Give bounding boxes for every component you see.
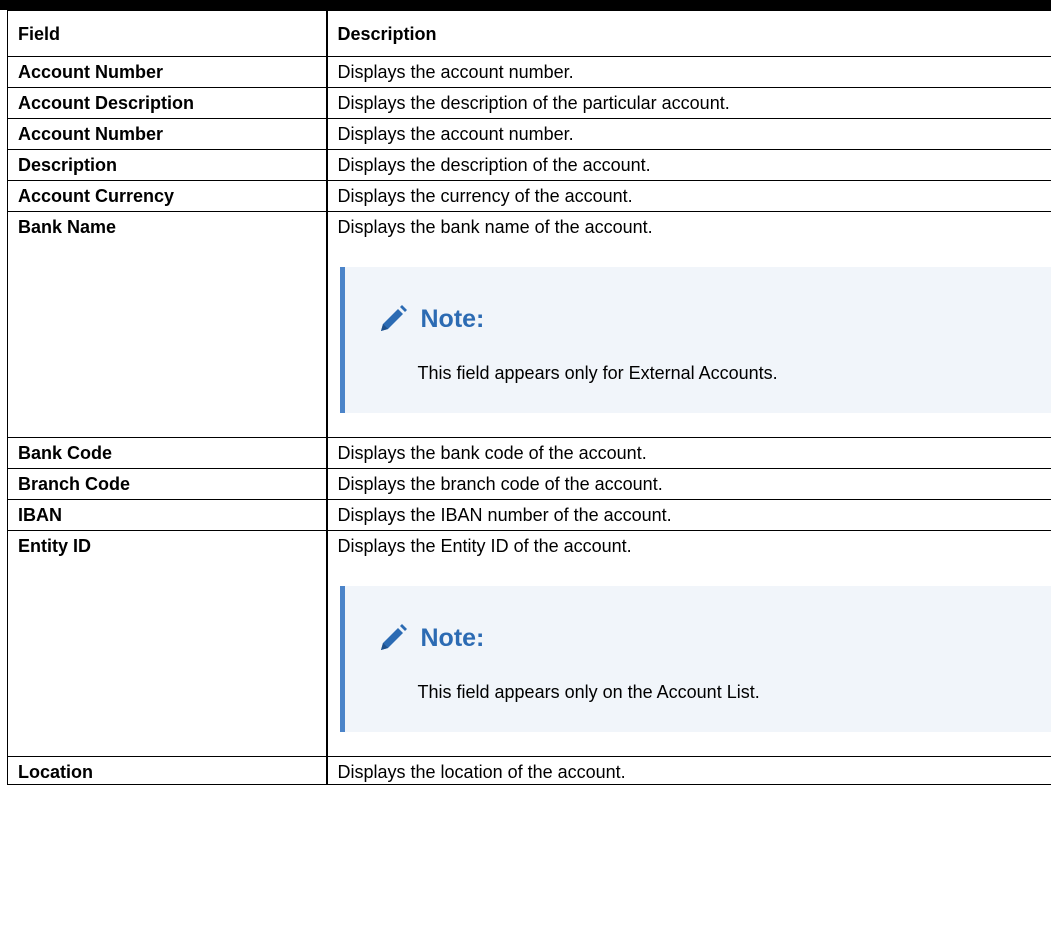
field-name: Account Number (7, 118, 328, 150)
table-row: Bank Name Displays the bank name of the … (7, 211, 1051, 438)
note-text: This field appears only for External Acc… (417, 363, 778, 383)
table-row: Description Displays the description of … (7, 149, 1051, 181)
field-name: Bank Code (7, 437, 328, 469)
field-name: Bank Name (7, 211, 328, 438)
field-description: Displays the account number. (326, 118, 1051, 150)
field-description: Displays the description of the particul… (326, 87, 1051, 119)
pencil-icon (377, 622, 409, 654)
field-name: Entity ID (7, 530, 328, 757)
field-description: Displays the Entity ID of the account. (337, 536, 632, 556)
table-header-row: Field Description (7, 10, 1051, 57)
note-title: Note: (420, 624, 485, 652)
field-description: Displays the location of the account. (326, 756, 1051, 785)
table-row: Entity ID Displays the Entity ID of the … (7, 530, 1051, 757)
field-name: Location (7, 756, 328, 785)
field-name: Account Description (7, 87, 328, 119)
field-name: Branch Code (7, 468, 328, 500)
field-description: Displays the branch code of the account. (326, 468, 1051, 500)
table-row: Location Displays the location of the ac… (7, 756, 1051, 785)
table-row: Account Description Displays the descrip… (7, 87, 1051, 119)
header-description: Description (326, 10, 1051, 57)
header-field: Field (7, 10, 328, 57)
field-description: Displays the bank name of the account. (337, 217, 653, 237)
field-name: IBAN (7, 499, 328, 531)
field-description: Displays the bank code of the account. (326, 437, 1051, 469)
field-name: Description (7, 149, 328, 181)
field-description-cell: Displays the Entity ID of the account. N… (326, 530, 1051, 757)
pencil-icon (377, 303, 409, 335)
field-description-table: Field Description Account Number Display… (7, 10, 1051, 785)
note-heading: Note: (377, 303, 485, 335)
field-name: Account Number (7, 56, 328, 88)
field-description: Displays the currency of the account. (326, 180, 1051, 212)
field-description: Displays the account number. (326, 56, 1051, 88)
note-title: Note: (420, 305, 485, 333)
table-row: IBAN Displays the IBAN number of the acc… (7, 499, 1051, 531)
table-row: Branch Code Displays the branch code of … (7, 468, 1051, 500)
note-box: Note: This field appears only on the Acc… (339, 586, 1051, 732)
table-row: Account Currency Displays the currency o… (7, 180, 1051, 212)
note-box: Note: This field appears only for Extern… (339, 267, 1051, 413)
field-description-cell: Displays the bank name of the account. N… (326, 211, 1051, 438)
table-row: Account Number Displays the account numb… (7, 118, 1051, 150)
field-name: Account Currency (7, 180, 328, 212)
top-rule (0, 0, 1051, 10)
note-heading: Note: (377, 622, 485, 654)
field-description: Displays the description of the account. (326, 149, 1051, 181)
field-description: Displays the IBAN number of the account. (326, 499, 1051, 531)
table-row: Account Number Displays the account numb… (7, 56, 1051, 88)
table-row: Bank Code Displays the bank code of the … (7, 437, 1051, 469)
note-text: This field appears only on the Account L… (417, 682, 760, 702)
